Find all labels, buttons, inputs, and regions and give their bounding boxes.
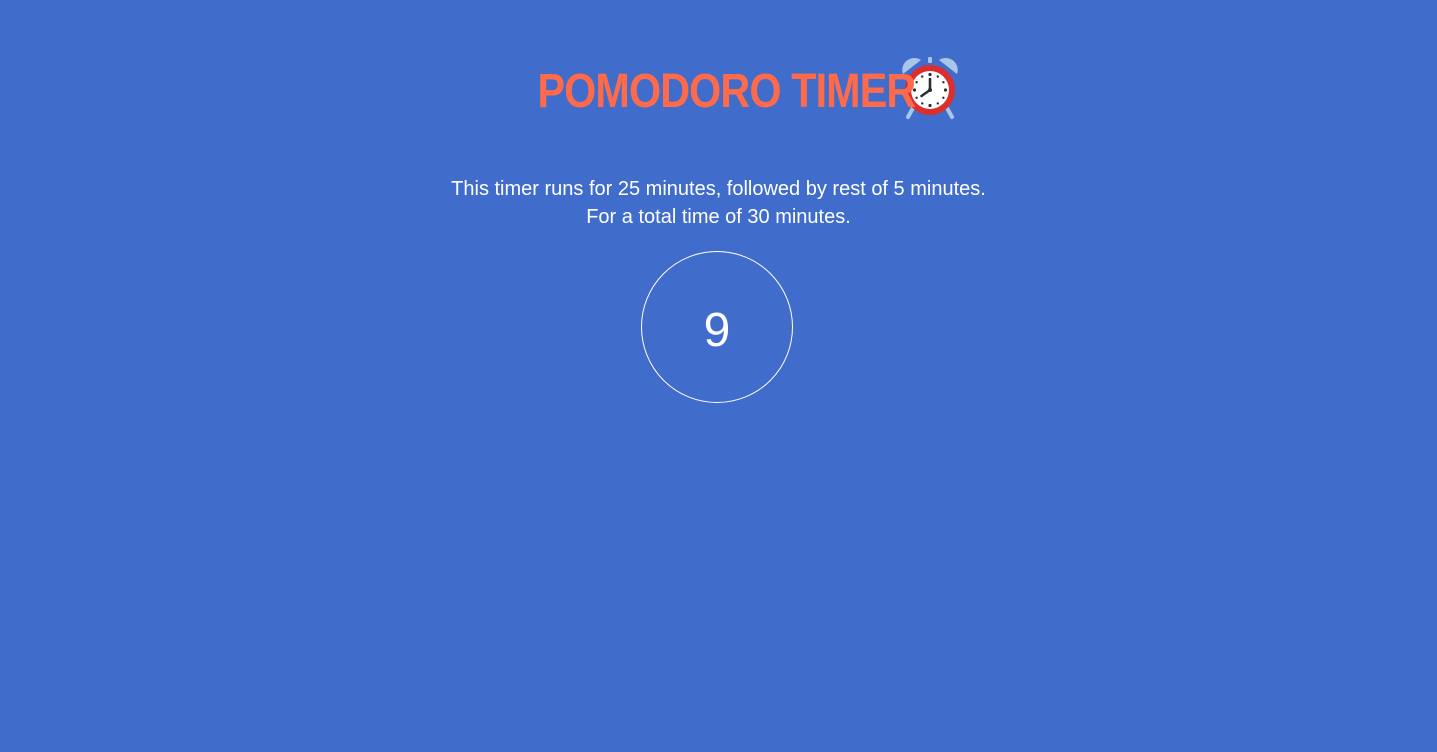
pomodoro-page: POMODORO TIMER This timer runs for 25 mi… bbox=[0, 0, 1437, 752]
header: POMODORO TIMER bbox=[0, 57, 1437, 120]
timer-circle: 9 bbox=[641, 251, 793, 403]
description-line-1: This timer runs for 25 minutes, followed… bbox=[451, 178, 986, 200]
description-line-2: For a total time of 30 minutes. bbox=[586, 206, 851, 228]
timer-countdown-value: 9 bbox=[703, 304, 731, 357]
timer-description: This timer runs for 25 minutes, followed… bbox=[0, 175, 1437, 231]
page-title: POMODORO TIMER bbox=[537, 65, 916, 118]
